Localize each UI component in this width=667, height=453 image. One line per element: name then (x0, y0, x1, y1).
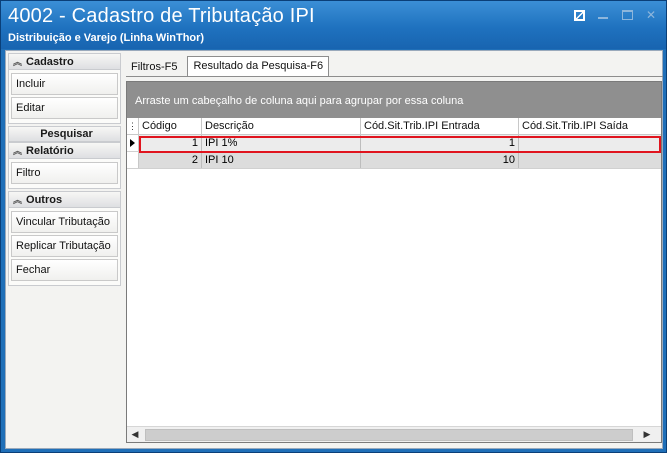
column-header-saida[interactable]: Cód.Sit.Trib.IPI Saída (519, 118, 661, 134)
group-cadastro: ︽ Cadastro Incluir Editar (8, 53, 121, 124)
app-window: 4002 - Cadastro de Tributação IPI Distri… (0, 0, 667, 453)
chevron-up-icon: ︽ (13, 146, 23, 156)
group-by-panel[interactable]: Arraste um cabeçalho de coluna aqui para… (127, 82, 661, 118)
group-pesquisar: Pesquisar (8, 126, 121, 142)
chevron-up-icon: ︽ (13, 57, 23, 67)
row-indicator (127, 152, 139, 168)
tab-strip: Filtros-F5 Resultado da Pesquisa-F6 (127, 54, 330, 76)
tab-divider (126, 76, 663, 77)
column-header-entrada[interactable]: Cód.Sit.Trib.IPI Entrada (361, 118, 519, 134)
client-area: ︽ Cadastro Incluir Editar Pesquisar ︽ Re… (5, 50, 663, 449)
group-header-relatorio[interactable]: ︽ Relatório (9, 143, 120, 159)
window-title: 4002 - Cadastro de Tributação IPI (8, 5, 315, 27)
incluir-button[interactable]: Incluir (11, 73, 118, 95)
cell-entrada[interactable]: 1 (361, 135, 519, 151)
title-bar[interactable]: 4002 - Cadastro de Tributação IPI Distri… (1, 1, 666, 49)
table-row[interactable]: 1 IPI 1% 1 (127, 135, 661, 152)
filtro-button[interactable]: Filtro (11, 162, 118, 184)
sidebar: ︽ Cadastro Incluir Editar Pesquisar ︽ Re… (8, 53, 121, 447)
group-relatorio: ︽ Relatório Filtro (8, 142, 121, 189)
group-header-label: Cadastro (26, 55, 74, 68)
cell-codigo[interactable]: 1 (139, 135, 202, 151)
grid-header: ⋮ Código Descrição Cód.Sit.Trib.IPI Entr… (127, 118, 661, 135)
group-header-label: Pesquisar (40, 128, 93, 140)
cell-codigo[interactable]: 2 (139, 152, 202, 168)
cell-entrada[interactable]: 10 (361, 152, 519, 168)
restore-edit-icon[interactable] (570, 7, 588, 23)
editar-button[interactable]: Editar (11, 97, 118, 119)
tab-resultado-pesquisa[interactable]: Resultado da Pesquisa-F6 (187, 56, 330, 76)
column-header-codigo[interactable]: Código (139, 118, 202, 134)
replicar-tributacao-button[interactable]: Replicar Tributação (11, 235, 118, 257)
fechar-button[interactable]: Fechar (11, 259, 118, 281)
window-controls: ✕ (570, 7, 660, 23)
cell-descricao[interactable]: IPI 10 (202, 152, 361, 168)
row-indicator-icon (127, 135, 139, 151)
vincular-tributacao-button[interactable]: Vincular Tributação (11, 211, 118, 233)
scroll-right-icon[interactable]: ▶ (639, 427, 655, 443)
horizontal-scrollbar[interactable]: ◀ ▶ (127, 426, 661, 442)
group-outros: ︽ Outros Vincular Tributação Replicar Tr… (8, 191, 121, 286)
maximize-icon[interactable] (618, 7, 636, 23)
column-header-descricao[interactable]: Descrição (202, 118, 361, 134)
cell-descricao[interactable]: IPI 1% (202, 135, 361, 151)
window-subtitle: Distribuição e Varejo (Linha WinThor) (8, 32, 205, 44)
cell-saida[interactable] (519, 152, 661, 168)
column-chooser-icon[interactable]: ⋮ (127, 118, 139, 134)
tab-filtros[interactable]: Filtros-F5 (127, 58, 181, 76)
cell-saida[interactable] (519, 135, 661, 151)
results-grid: Arraste um cabeçalho de coluna aqui para… (126, 81, 662, 443)
group-header-label: Outros (26, 193, 63, 206)
scroll-left-icon[interactable]: ◀ (127, 427, 143, 443)
group-header-label: Relatório (26, 144, 74, 157)
group-header-cadastro[interactable]: ︽ Cadastro (9, 54, 120, 70)
table-row[interactable]: 2 IPI 10 10 (127, 152, 661, 169)
scrollbar-thumb[interactable] (145, 428, 633, 441)
group-header-pesquisar[interactable]: Pesquisar (8, 126, 121, 142)
group-header-outros[interactable]: ︽ Outros (9, 192, 120, 208)
close-icon[interactable]: ✕ (642, 7, 660, 23)
minimize-icon[interactable] (594, 7, 612, 23)
chevron-up-icon: ︽ (13, 195, 23, 205)
